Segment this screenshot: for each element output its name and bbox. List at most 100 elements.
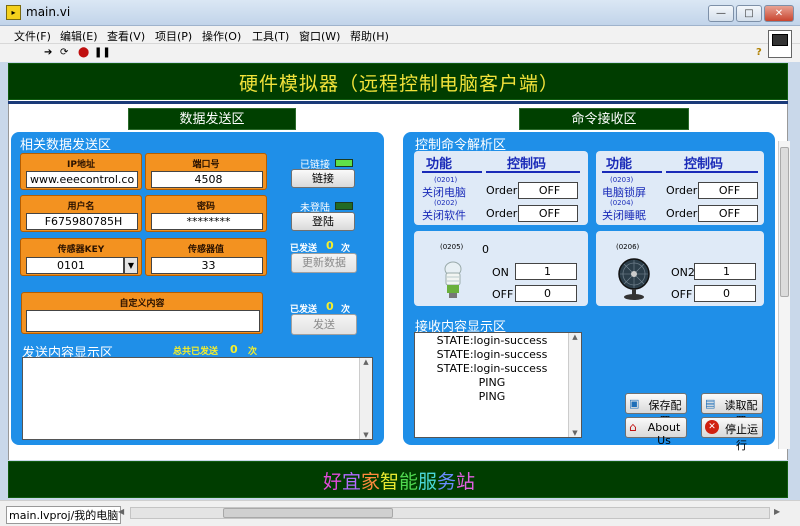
code-header-left: 控制码: [507, 157, 547, 172]
scroll-down-icon[interactable]: ▼: [569, 429, 581, 437]
cmd-code-0202: (0202): [434, 199, 458, 207]
user-input[interactable]: F675980785H: [26, 213, 138, 230]
receive-display-area[interactable]: STATE:login-success STATE:login-success …: [414, 332, 582, 438]
menu-view[interactable]: 查看(V): [107, 28, 145, 44]
cmd-name-close-software: 关闭软件: [422, 209, 466, 222]
pause-icon[interactable]: ❚❚: [94, 47, 111, 58]
scroll-up-icon[interactable]: ▲: [569, 333, 581, 341]
light-bulb-icon: [444, 261, 462, 298]
scroll-right-icon[interactable]: ▶: [774, 507, 782, 519]
menu-file[interactable]: 文件(F): [14, 28, 51, 44]
port-box: 端口号 4508: [145, 153, 267, 190]
menu-operate[interactable]: 操作(O): [202, 28, 241, 44]
receive-scrollbar[interactable]: ▲ ▼: [568, 333, 581, 437]
related-data-label: 相关数据发送区: [20, 138, 112, 153]
home-icon: ⌂: [629, 420, 637, 434]
menu-project[interactable]: 项目(P): [155, 28, 192, 44]
footer-banner: 好宜家智能服务站: [8, 461, 788, 498]
ip-label: IP地址: [67, 160, 95, 170]
user-box: 用户名 F675980785H: [20, 195, 142, 232]
run-continuous-icon[interactable]: ⟳: [60, 47, 68, 58]
cmd-value-close-sleep[interactable]: OFF: [698, 205, 758, 222]
func-header-left: 功能: [426, 157, 453, 172]
stop-icon: ✕: [705, 420, 719, 434]
device-fan-off-value[interactable]: 0: [694, 285, 756, 302]
cmd-code-0203: (0203): [610, 176, 634, 184]
status-bar: main.lvproj/我的电脑 ◀ ▶: [0, 500, 800, 526]
device-bulb-off-value[interactable]: 0: [515, 285, 577, 302]
device-fan-on-value[interactable]: 1: [694, 263, 756, 280]
cmd-name-shutdown: 关闭电脑: [422, 186, 466, 199]
total-sent-count: 0: [230, 343, 238, 356]
link-button[interactable]: 链接: [291, 169, 355, 188]
sensor-value-input[interactable]: 33: [151, 257, 263, 274]
save-config-button[interactable]: ▣ 保存配置: [625, 393, 687, 428]
help-icon[interactable]: ?: [756, 47, 762, 58]
read-config-button[interactable]: ▤ 读取配置: [701, 393, 763, 428]
title-bar: ▸ main.vi — □ ✕: [0, 0, 800, 26]
menu-edit[interactable]: 编辑(E): [60, 28, 98, 44]
cmd-value-close-software[interactable]: OFF: [518, 205, 578, 222]
device-code-0205: (0205): [440, 243, 464, 251]
custom-content-input[interactable]: [26, 310, 260, 332]
cmd-order-label: Order: [666, 184, 698, 197]
vi-icon: [768, 30, 792, 58]
login-button[interactable]: 登陆: [291, 212, 355, 231]
footer-brand: 好宜家智能服务站: [9, 467, 789, 494]
send-display-scrollbar[interactable]: ▲ ▼: [359, 358, 372, 439]
header-underline: [422, 171, 482, 173]
ip-input[interactable]: www.eeecontrol.co: [26, 171, 138, 188]
send-button[interactable]: 发送: [291, 314, 357, 335]
footer-char: 务: [437, 471, 457, 493]
chevron-down-icon[interactable]: ▼: [124, 257, 138, 274]
about-us-button[interactable]: ⌂ About Us: [625, 417, 687, 447]
page-scrollbar[interactable]: [778, 141, 790, 449]
abort-icon[interactable]: ⬤: [78, 47, 89, 58]
minimize-button[interactable]: —: [708, 5, 734, 22]
code-header-right: 控制码: [684, 157, 724, 172]
scroll-left-icon[interactable]: ◀: [118, 507, 126, 519]
receive-log: STATE:login-success STATE:login-success …: [415, 334, 569, 404]
send-display-area[interactable]: ▲ ▼: [22, 357, 373, 440]
cmd-code-0201: (0201): [434, 176, 458, 184]
scroll-up-icon[interactable]: ▲: [360, 358, 372, 366]
receive-line: STATE:login-success: [436, 348, 548, 361]
sensor-key-box: 传感器KEY 0101 ▼: [20, 238, 142, 276]
cmd-order-label: Order: [666, 207, 698, 220]
password-input[interactable]: ********: [151, 213, 263, 230]
footer-char: 站: [456, 471, 476, 493]
run-arrow-icon[interactable]: ➔: [44, 47, 52, 58]
device-fan-off-label: OFF: [671, 288, 693, 301]
menu-tools[interactable]: 工具(T): [252, 28, 289, 44]
device-fan-on-label: ON2: [671, 266, 695, 279]
cmd-value-shutdown[interactable]: OFF: [518, 182, 578, 199]
horizontal-scrollbar[interactable]: [130, 507, 770, 519]
scroll-down-icon[interactable]: ▼: [360, 431, 372, 439]
update-data-button[interactable]: 更新数据: [291, 253, 357, 273]
menu-window[interactable]: 窗口(W): [299, 28, 340, 44]
sensor-key-select[interactable]: 0101: [26, 257, 124, 274]
sensor-key-label: 传感器KEY: [57, 245, 105, 255]
cmd-order-label: Order: [486, 207, 518, 220]
menu-help[interactable]: 帮助(H): [350, 28, 389, 44]
port-label: 端口号: [192, 160, 220, 170]
footer-char: 好: [322, 471, 342, 493]
command-table-left: 功能 控制码 (0201) 关闭电脑 Order OFF (0202) 关闭软件…: [414, 151, 588, 225]
fan-icon: [618, 258, 650, 300]
close-button[interactable]: ✕: [764, 5, 794, 22]
device-bulb-on-value[interactable]: 1: [515, 263, 577, 280]
ip-box: IP地址 www.eeecontrol.co: [20, 153, 142, 190]
footer-char: 能: [399, 471, 419, 493]
footer-char: 服: [418, 471, 438, 493]
port-input[interactable]: 4508: [151, 171, 263, 188]
receive-line: PING: [478, 390, 506, 403]
receive-line: PING: [478, 376, 506, 389]
password-label: 密码: [196, 202, 215, 212]
send-panel: 相关数据发送区 IP地址 www.eeecontrol.co 端口号 4508 …: [11, 132, 384, 445]
maximize-button[interactable]: □: [736, 5, 762, 22]
header-underline: [486, 171, 580, 173]
device-fan-panel: (0206) ON2 1 OFF 0: [596, 231, 764, 306]
link-status-led: [335, 159, 353, 167]
cmd-value-lock-screen[interactable]: OFF: [698, 182, 758, 199]
stop-button[interactable]: ✕ 停止运行: [701, 417, 763, 452]
